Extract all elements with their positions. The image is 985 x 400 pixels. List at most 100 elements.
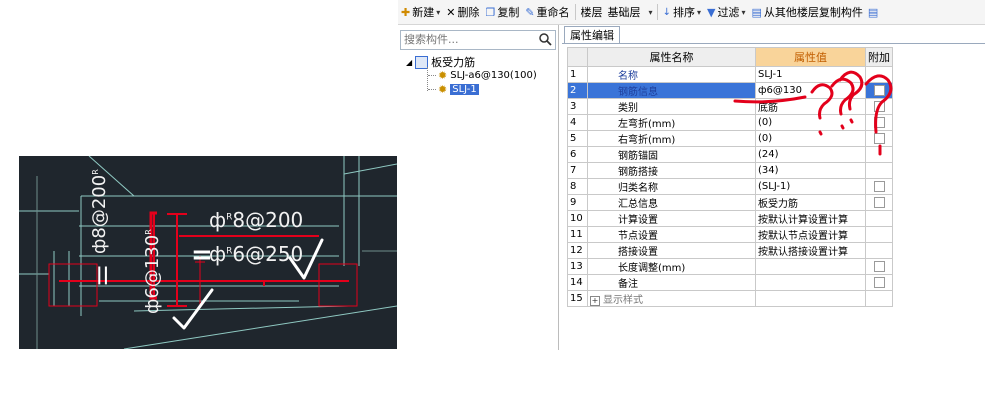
extra-checkbox[interactable] [873, 84, 885, 96]
property-value[interactable] [755, 274, 866, 291]
property-name-cell: 钢筋锚固 [587, 146, 756, 163]
property-row[interactable]: 14 备注 [567, 274, 893, 291]
property-value[interactable]: (0) [755, 130, 866, 147]
property-name-cell: 长度调整(mm) [587, 258, 756, 275]
search-input[interactable] [401, 31, 537, 47]
property-name: 长度调整(mm) [618, 263, 686, 274]
rename-button[interactable]: ✎ 重命名 [522, 2, 572, 22]
floor-select[interactable]: 基础层 ▾ [606, 3, 655, 21]
more-icon[interactable]: ▤ [868, 6, 878, 19]
delete-button[interactable]: ✕ 删除 [443, 2, 482, 22]
chevron-down-icon: ▾ [648, 7, 653, 17]
property-value[interactable]: 按默认计算设置计算 [755, 210, 866, 227]
property-name-cell: 计算设置 [587, 210, 756, 227]
property-value[interactable]: (0) [755, 114, 866, 131]
sort-button[interactable]: ↓ 排序 ▾ [660, 2, 704, 22]
property-value[interactable]: 按默认节点设置计算 [755, 226, 866, 243]
row-number: 15 [567, 290, 588, 307]
tree-node-item[interactable]: ✹ SLJ-1 [428, 83, 479, 96]
extra-checkbox[interactable] [873, 116, 885, 128]
property-value[interactable]: 板受力筋 [755, 194, 866, 211]
expand-icon[interactable]: + [590, 296, 600, 306]
row-number: 13 [567, 258, 588, 275]
new-button[interactable]: ✚ 新建 ▾ [398, 2, 443, 22]
property-row[interactable]: 10 计算设置 按默认计算设置计算 [567, 210, 893, 227]
sort-icon: ↓ [662, 6, 671, 18]
tree-node-item[interactable]: ✹ SLJ-a6@130(100) [428, 69, 537, 82]
property-name: 汇总信息 [618, 199, 658, 210]
tree-node-root[interactable]: ◢ 板受力筋 [406, 54, 475, 70]
row-number: 6 [567, 146, 588, 163]
property-value[interactable] [755, 290, 866, 307]
property-name-cell: 名称 [587, 66, 756, 83]
chevron-down-icon: ▾ [741, 7, 746, 17]
property-value[interactable]: SLJ-1 [755, 66, 866, 83]
property-row[interactable]: 15 + 显示样式 [567, 290, 893, 307]
copy-from-other-floor-button[interactable]: ▤ 从其他楼层复制构件 [748, 2, 865, 22]
extra-checkbox[interactable] [873, 196, 885, 208]
filter-button[interactable]: ▼ 过滤 ▾ [704, 2, 748, 22]
new-icon: ✚ [401, 5, 411, 19]
property-value[interactable]: ф6@130 [755, 82, 866, 99]
property-name: 钢筋搭接 [618, 167, 658, 178]
property-name-cell: 左弯折(mm) [587, 114, 756, 131]
property-row[interactable]: 11 节点设置 按默认节点设置计算 [567, 226, 893, 243]
header-property-name: 属性名称 [587, 47, 756, 67]
extra-checkbox[interactable] [873, 260, 885, 272]
rebar-label-vertical-1: ф8@200R [89, 169, 110, 254]
property-table-header: 属性名称 属性值 附加 [567, 47, 893, 67]
property-name-cell: + 显示样式 [587, 290, 756, 307]
property-row[interactable]: 13 长度调整(mm) [567, 258, 893, 275]
extra-cell [865, 162, 893, 179]
header-row-number [567, 47, 588, 67]
extra-checkbox[interactable] [873, 276, 885, 288]
property-row[interactable]: 1 名称 SLJ-1 [567, 66, 893, 83]
header-property-value: 属性值 [755, 47, 866, 67]
extra-cell [865, 178, 893, 195]
copy-floor-icon: ▤ [751, 5, 762, 19]
annotation-double-mark: || [96, 264, 110, 285]
extra-checkbox[interactable] [873, 132, 885, 144]
property-row[interactable]: 8 归类名称 (SLJ-1) [567, 178, 893, 195]
property-name-cell: 右弯折(mm) [587, 130, 756, 147]
property-row[interactable]: 4 左弯折(mm) (0) [567, 114, 893, 131]
copy-button[interactable]: ❐ 复制 [482, 2, 522, 22]
extra-cell [865, 242, 893, 259]
annotation-question-text: ??? [0, 0, 2, 1]
extra-cell [865, 98, 893, 115]
search-icon[interactable] [538, 32, 552, 46]
chevron-down-icon: ▾ [696, 7, 701, 17]
property-row[interactable]: 3 类别 底筋 [567, 98, 893, 115]
extra-cell [865, 210, 893, 227]
rebar-label-top: фR8@200 [209, 208, 304, 232]
collapse-icon[interactable]: ◢ [406, 58, 412, 67]
property-value[interactable] [755, 258, 866, 275]
property-name: 钢筋信息 [618, 87, 658, 98]
property-value[interactable]: (34) [755, 162, 866, 179]
property-value[interactable]: (24) [755, 146, 866, 163]
property-name: 类别 [618, 103, 638, 114]
cad-drawing-view[interactable]: фR8@200 фR6@250 ф8@200R ф6@130R = || [19, 156, 397, 349]
property-value[interactable]: (SLJ-1) [755, 178, 866, 195]
property-name: 归类名称 [618, 183, 658, 194]
property-name: 名称 [618, 71, 638, 82]
row-number: 2 [567, 82, 588, 99]
row-number: 10 [567, 210, 588, 227]
property-row[interactable]: 12 搭接设置 按默认搭接设置计算 [567, 242, 893, 259]
tab-property-edit[interactable]: 属性编辑 [564, 26, 620, 44]
extra-checkbox[interactable] [873, 180, 885, 192]
property-row[interactable]: 7 钢筋搭接 (34) [567, 162, 893, 179]
extra-checkbox[interactable] [873, 100, 885, 112]
property-row[interactable]: 2 钢筋信息 ф6@130 [567, 82, 893, 99]
chevron-down-icon: ▾ [436, 7, 441, 17]
extra-cell [865, 66, 893, 83]
property-name-cell: 类别 [587, 98, 756, 115]
property-row[interactable]: 5 右弯折(mm) (0) [567, 130, 893, 147]
property-value[interactable]: 按默认搭接设置计算 [755, 242, 866, 259]
extra-cell [865, 274, 893, 291]
annotation-equal-mark: = [191, 240, 213, 270]
property-row[interactable]: 6 钢筋锚固 (24) [567, 146, 893, 163]
property-value[interactable]: 底筋 [755, 98, 866, 115]
main-toolbar: ✚ 新建 ▾ ✕ 删除 ❐ 复制 ✎ 重命名 楼层 基础层 ▾ ↓ 排序 ▾ ▼ 过… [398, 0, 985, 25]
property-row[interactable]: 9 汇总信息 板受力筋 [567, 194, 893, 211]
